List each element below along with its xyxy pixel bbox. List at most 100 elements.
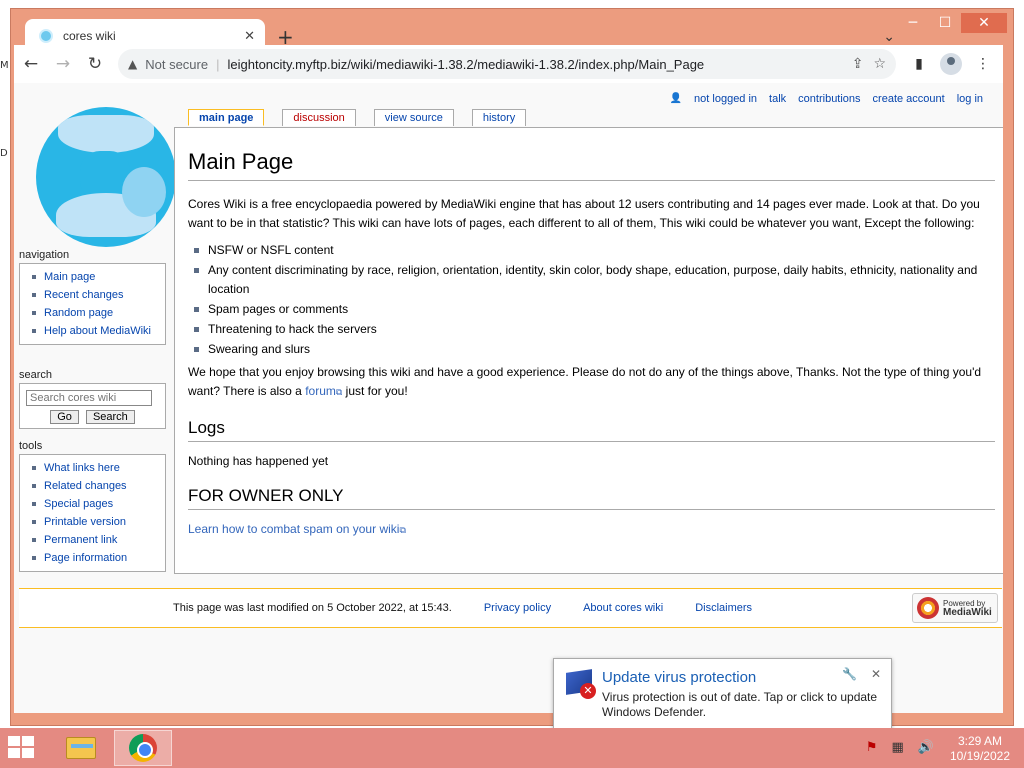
combat-spam-link[interactable]: Learn how to combat spam on your wiki	[188, 522, 399, 536]
tools-portlet: tools What links here Related changes Sp…	[19, 440, 166, 572]
list-item: Threatening to hack the servers	[194, 320, 995, 339]
sidebar-item-special-pages[interactable]: Special pages	[26, 495, 161, 513]
powered-by-text: Powered by MediaWiki	[943, 599, 992, 618]
sidebar-item-random-page[interactable]: Random page	[26, 304, 161, 322]
sidebar-item-printable-version[interactable]: Printable version	[26, 513, 161, 531]
toolbar-right: ▮ ⋮	[904, 53, 998, 75]
go-button[interactable]: Go	[50, 410, 79, 424]
tab-history[interactable]: history	[471, 109, 527, 126]
search-input[interactable]	[26, 390, 152, 406]
create-account-link[interactable]: create account	[873, 93, 945, 105]
tab-title: cores wiki	[63, 29, 116, 43]
address-separator: |	[216, 56, 220, 72]
navigation-heading: navigation	[19, 249, 70, 261]
list-item: Spam pages or comments	[194, 300, 995, 319]
about-link[interactable]: About cores wiki	[583, 602, 663, 614]
search-portlet: search Go Search	[19, 369, 166, 429]
window-controls: ─ ☐ ✕	[897, 13, 1007, 33]
clock-time: 3:29 AM	[957, 734, 1002, 748]
network-icon[interactable]: ▦	[892, 740, 904, 755]
notification-title: Update virus protection	[602, 669, 757, 686]
defender-flag-icon: ✕	[564, 669, 596, 699]
navigation-portlet: navigation Main page Recent changes Rand…	[19, 249, 166, 345]
logs-heading: Logs	[188, 417, 995, 442]
search-button[interactable]: Search	[85, 410, 135, 424]
owner-paragraph: Learn how to combat spam on your wiki⧉	[188, 520, 995, 541]
sidebar-item-main-page[interactable]: Main page	[26, 268, 161, 286]
warning-icon[interactable]: ▲	[128, 57, 137, 71]
desktop-icon-sliver: MD	[0, 60, 9, 159]
owner-heading: FOR OWNER ONLY	[188, 485, 995, 510]
last-modified-text: This page was last modified on 5 October…	[173, 602, 452, 614]
sidebar-item-recent-changes[interactable]: Recent changes	[26, 286, 161, 304]
external-link-icon: ⧉	[399, 526, 406, 536]
browser-toolbar: ← → ↻ ▲ Not secure | leightoncity.myftp.…	[14, 45, 1003, 83]
powered-by-mediawiki-badge[interactable]: Powered by MediaWiki	[912, 593, 998, 623]
desktop: MD cores wiki ✕ + ⌄ ─ ☐ ✕ ← → ↻ ▲ Not se…	[0, 0, 1024, 768]
sidebar-item-related-changes[interactable]: Related changes	[26, 477, 161, 495]
forward-icon[interactable]: →	[48, 49, 78, 79]
maximize-button[interactable]: ☐	[929, 13, 961, 33]
log-in-link[interactable]: log in	[957, 93, 983, 105]
tools-heading: tools	[19, 440, 43, 452]
not-secure-label[interactable]: Not secure	[145, 57, 208, 72]
notification-body: Virus protection is out of date. Tap or …	[602, 690, 878, 719]
list-item: Swearing and slurs	[194, 340, 995, 359]
notification-close-icon[interactable]: ✕	[871, 667, 881, 681]
tab-view-source[interactable]: view source	[373, 109, 454, 126]
wiki-logo[interactable]	[28, 105, 178, 247]
profile-avatar[interactable]	[940, 53, 962, 75]
mediawiki-label: MediaWiki	[943, 607, 992, 618]
clock-date: 10/19/2022	[949, 749, 1010, 763]
search-box: Go Search	[19, 383, 166, 429]
wrench-icon[interactable]: 🔧	[842, 667, 857, 681]
volume-icon[interactable]: 🔊	[918, 740, 934, 755]
sidebar-item-help[interactable]: Help about MediaWiki	[26, 322, 161, 340]
search-heading: search	[19, 369, 53, 381]
tools-list: What links here Related changes Special …	[19, 454, 166, 572]
chrome-taskbar-button[interactable]	[114, 730, 172, 766]
windows-start-icon[interactable]	[8, 736, 38, 760]
action-center-flag-icon[interactable]: ⚑	[866, 740, 878, 755]
privacy-policy-link[interactable]: Privacy policy	[484, 602, 551, 614]
sidebar-item-what-links-here[interactable]: What links here	[26, 459, 161, 477]
defender-notification[interactable]: ✕ Update virus protection Virus protecti…	[553, 658, 892, 730]
page-footer: This page was last modified on 5 October…	[19, 588, 1002, 628]
contributions-link[interactable]: contributions	[798, 93, 860, 105]
not-logged-in-label: not logged in	[694, 93, 758, 105]
side-panel-icon[interactable]: ▮	[904, 56, 934, 72]
sidebar-item-page-information[interactable]: Page information	[26, 549, 161, 567]
url-text[interactable]: leightoncity.myftp.biz/wiki/mediawiki-1.…	[228, 57, 842, 72]
tab-search-chevron-icon[interactable]: ⌄	[883, 29, 895, 45]
talk-link[interactable]: talk	[769, 93, 786, 105]
taskbar-clock[interactable]: 3:29 AM 10/19/2022	[950, 734, 1010, 764]
intro-paragraph: Cores Wiki is a free encyclopaedia power…	[188, 197, 980, 230]
back-icon[interactable]: ←	[16, 49, 46, 79]
tab-main-page[interactable]: main page	[188, 109, 265, 126]
web-page: 👤 not logged in talk contributions creat…	[14, 83, 1003, 713]
file-explorer-taskbar-button[interactable]	[52, 730, 110, 766]
reload-icon[interactable]: ↻	[80, 49, 110, 79]
tab-discussion[interactable]: discussion	[282, 109, 356, 126]
notification-controls: 🔧 ✕	[832, 667, 881, 681]
logo-globe	[36, 107, 176, 247]
browser-window: cores wiki ✕ + ⌄ ─ ☐ ✕ ← → ↻ ▲ Not secur…	[10, 8, 1014, 726]
share-icon[interactable]: ⇪	[852, 56, 864, 72]
tab-close-icon[interactable]: ✕	[244, 29, 255, 44]
page-title: Main Page	[188, 148, 995, 181]
minimize-button[interactable]: ─	[897, 13, 929, 33]
list-item: NSFW or NSFL content	[194, 241, 995, 260]
logs-text: Nothing has happened yet	[188, 454, 329, 468]
folder-icon	[66, 737, 96, 759]
disclaimers-link[interactable]: Disclaimers	[695, 602, 752, 614]
favicon-icon	[39, 29, 53, 43]
forum-link[interactable]: forum	[305, 384, 336, 398]
personal-tools: 👤 not logged in talk contributions creat…	[670, 93, 983, 105]
close-button[interactable]: ✕	[961, 13, 1007, 33]
address-bar[interactable]: ▲ Not secure | leightoncity.myftp.biz/wi…	[118, 49, 896, 79]
menu-kebab-icon[interactable]: ⋮	[968, 56, 998, 72]
sidebar-item-permanent-link[interactable]: Permanent link	[26, 531, 161, 549]
bookmark-star-icon[interactable]: ☆	[873, 56, 886, 72]
closing-paragraph: We hope that you enjoy browsing this wik…	[188, 363, 995, 403]
user-icon: 👤	[669, 93, 683, 104]
